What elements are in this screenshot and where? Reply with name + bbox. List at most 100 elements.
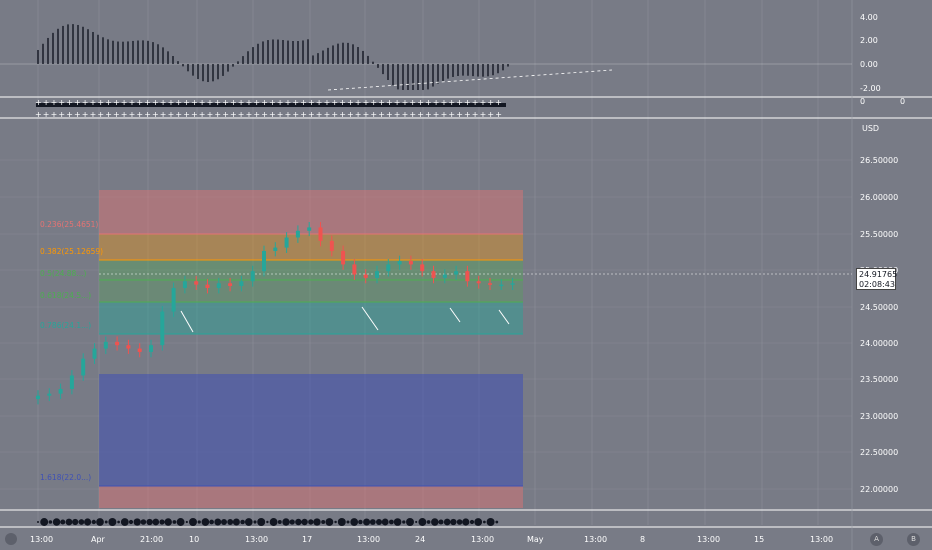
signal-marker: + (238, 110, 245, 119)
candle-body (160, 311, 165, 346)
candle-body (115, 341, 120, 346)
signal-marker: + (105, 110, 112, 119)
volume-dot (381, 518, 389, 526)
volume-dot (406, 518, 414, 526)
volume-dot (108, 518, 117, 526)
chart-canvas[interactable]: 4.002.000.00-2.000 0+++++++++++++++++++++… (0, 0, 932, 550)
signal-marker: + (58, 98, 65, 107)
volume-dot (164, 518, 172, 526)
candle-body (499, 284, 504, 287)
signal-marker: + (300, 98, 307, 107)
signal-marker: + (456, 110, 463, 119)
oscillator-tick-label: 0.00 (860, 60, 878, 69)
signal-marker: + (261, 98, 268, 107)
candle-body (431, 271, 436, 278)
fib-zone-green2 (99, 280, 523, 302)
signal-marker: + (370, 110, 377, 119)
signal-marker: + (308, 98, 315, 107)
signal-marker: + (97, 98, 104, 107)
candle-body (47, 393, 52, 396)
signal-tick-label: 0 (900, 97, 905, 106)
signal-marker: + (253, 98, 260, 107)
volume-dot (209, 519, 214, 525)
trading-chart[interactable]: 4.00 2.00 0.00 -2.00 0 0 + + + + + + + + + + + + + + + + + + + + +… (0, 0, 932, 550)
signal-marker: + (480, 98, 487, 107)
countdown-value: 02:08:43 (859, 280, 895, 289)
volume-dot (469, 519, 475, 525)
signal-marker: + (121, 98, 128, 107)
candle-body (363, 274, 368, 278)
volume-dot (60, 519, 66, 525)
signal-marker: + (261, 110, 268, 119)
signal-marker: + (191, 98, 198, 107)
timezone-button[interactable] (5, 533, 17, 545)
volume-dot (415, 520, 418, 524)
candle-body (341, 250, 346, 265)
candle-body (137, 348, 142, 352)
volume-dot (495, 520, 499, 524)
volume-dot (159, 519, 165, 525)
signal-marker: + (269, 110, 276, 119)
volume-dot (456, 519, 463, 525)
volume-dot (146, 518, 153, 526)
time-axis-label: 21:00 (140, 535, 163, 544)
candle-body (58, 388, 63, 394)
signal-marker: + (394, 110, 401, 119)
signal-marker: + (58, 110, 65, 119)
signal-marker: + (214, 98, 221, 107)
signal-marker: + (113, 110, 120, 119)
fib-level-label: 0.236(25.4651) (40, 220, 98, 229)
signal-marker: + (97, 110, 104, 119)
signal-marker: + (246, 98, 253, 107)
candle-body (476, 281, 481, 284)
signal-marker: + (168, 98, 175, 107)
candle-body (273, 247, 278, 251)
log-scale-button[interactable]: B (907, 533, 920, 546)
price-tick-label: 22.50000 (860, 448, 898, 457)
time-axis-label: 17 (302, 535, 312, 544)
oscillator-tick-label: -2.00 (860, 84, 881, 93)
volume-dot (214, 518, 222, 526)
signal-marker: + (35, 110, 42, 119)
volume-dot (104, 520, 108, 524)
signal-marker: + (74, 110, 81, 119)
volume-dot (91, 519, 96, 525)
signal-marker: + (324, 110, 331, 119)
signal-tick-label: 0 (860, 97, 865, 106)
candle-body (216, 283, 221, 288)
fib-level-label: 0.5(24.88...) (40, 269, 86, 278)
signal-marker: + (324, 98, 331, 107)
candle-body (36, 395, 40, 400)
signal-marker: + (331, 110, 338, 119)
fib-level-label: 0.618(24.5...) (40, 291, 91, 300)
volume-dot (240, 519, 245, 525)
auto-scale-button[interactable]: A (870, 533, 883, 546)
signal-marker: + (363, 98, 370, 107)
signal-marker: + (378, 98, 385, 107)
signal-marker: + (222, 98, 229, 107)
candle-body (307, 227, 312, 231)
price-tick-label: 23.50000 (860, 375, 898, 384)
fib-zone-orange (99, 234, 523, 260)
volume-dot (120, 518, 129, 526)
signal-marker: + (480, 110, 487, 119)
signal-marker: + (222, 110, 229, 119)
price-tick-label: 25.50000 (860, 230, 898, 239)
signal-marker: + (113, 98, 120, 107)
candle-body (149, 345, 153, 352)
signal-marker: + (441, 110, 448, 119)
candle-body (182, 281, 187, 288)
signal-marker: + (495, 98, 502, 107)
volume-dot (227, 519, 234, 525)
signal-marker: + (316, 110, 323, 119)
signal-marker: + (121, 110, 128, 119)
signal-marker: + (363, 110, 370, 119)
time-axis-label: 13:00 (30, 535, 53, 544)
volume-dot (37, 521, 39, 523)
signal-marker: + (152, 110, 159, 119)
signal-marker: + (191, 110, 198, 119)
signal-marker: + (394, 98, 401, 107)
signal-marker: + (160, 110, 167, 119)
signal-marker: + (82, 110, 89, 119)
signal-marker: + (175, 110, 182, 119)
